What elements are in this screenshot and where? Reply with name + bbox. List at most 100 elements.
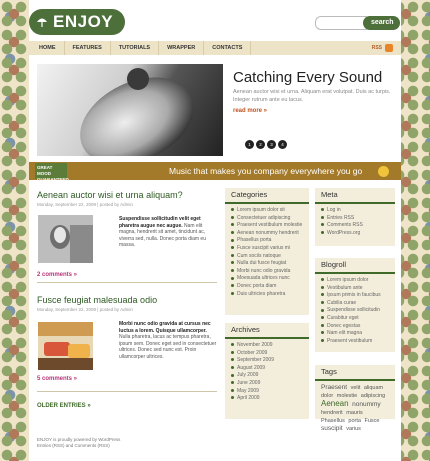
category-link[interactable]: Consectetuer adipiscing — [231, 215, 309, 223]
nav-features[interactable]: FEATURES — [65, 41, 111, 55]
blogroll-link[interactable]: Praesent vestibulum — [321, 338, 395, 346]
category-link[interactable]: Cum sociis natoque — [231, 253, 309, 261]
slide-page-3[interactable]: 3 — [267, 140, 276, 149]
tag-link[interactable]: nonummy — [352, 401, 381, 408]
blogroll-widget: Blogroll Lorem ipsum dolor Vestibulum an… — [315, 258, 395, 352]
category-link[interactable]: Aenean nonummy hendrerit — [231, 230, 309, 238]
nav-tutorials[interactable]: TUTORIALS — [111, 41, 160, 55]
tags-widget: Tags Praesent velit aliquam dolor molest… — [315, 365, 395, 432]
category-link[interactable]: Nulla dui fusce feugiat — [231, 260, 309, 268]
category-link[interactable]: Lorem ipsum dolor sit — [231, 207, 309, 215]
post-title[interactable]: Aenean auctor wisi et urna aliquam? — [37, 190, 217, 200]
tag-link[interactable]: Aenean — [321, 399, 349, 408]
category-link[interactable]: Praesent vestibulum molestie — [231, 222, 309, 230]
blogroll-link[interactable]: Cubilia curae — [321, 300, 395, 308]
tag-link[interactable]: varius — [346, 426, 361, 432]
slide-page-2[interactable]: 2 — [256, 140, 265, 149]
meta-link[interactable]: Entries RSS — [321, 215, 395, 223]
nav-contacts[interactable]: CONTACTS — [204, 41, 252, 55]
tag-link[interactable]: velit — [351, 385, 361, 391]
comments-link[interactable]: 2 comments » — [37, 272, 77, 278]
category-link[interactable]: Fusce suscipit varius mi — [231, 245, 309, 253]
tag-link[interactable]: Praesent — [321, 384, 347, 391]
categories-list: Lorem ipsum dolor sit Consectetuer adipi… — [225, 204, 309, 298]
tag-link[interactable]: porta — [348, 418, 361, 424]
tag-link[interactable]: mauris — [346, 410, 363, 416]
banner-text: Music that makes you company everywhere … — [169, 166, 363, 176]
archive-link[interactable]: October 2009 — [231, 350, 309, 358]
meta-list: Log in Entries RSS Comments RSS WordPres… — [315, 204, 395, 237]
post-thumbnail — [38, 215, 93, 263]
widget-title: Meta — [315, 188, 395, 204]
archive-link[interactable]: July 2009 — [231, 372, 309, 380]
search-input[interactable] — [315, 16, 367, 30]
meta-link[interactable]: Log in — [321, 207, 395, 215]
slide-text: Aenean auctor wisi et urna. Aliquam erat… — [233, 89, 391, 103]
tag-link[interactable]: Phasellus — [321, 418, 345, 424]
meta-link[interactable]: Comments RSS — [321, 222, 395, 230]
slider-pagination: 1 2 3 4 — [245, 140, 287, 149]
main-nav: HOME FEATURES TUTORIALS WRAPPER CONTACTS… — [29, 41, 401, 55]
category-link[interactable]: Duis ultricies pharetra — [231, 291, 309, 299]
blogroll-link[interactable]: Curabitur eget — [321, 315, 395, 323]
post-excerpt: Morbi nunc odio gravida at cursus nec lu… — [119, 321, 219, 360]
archives-widget: Archives November 2009 October 2009 Sept… — [225, 323, 309, 419]
read-more-link[interactable]: read more » — [233, 108, 267, 114]
blogroll-link[interactable]: Donec egestas — [321, 323, 395, 331]
drummer-image — [127, 68, 149, 90]
post: Aenean auctor wisi et urna aliquam? Mond… — [37, 190, 219, 283]
comments-link[interactable]: 5 comments » — [37, 376, 77, 382]
category-link[interactable]: Phasellus porta — [231, 237, 309, 245]
tag-link[interactable]: suscipit — [321, 425, 343, 432]
tag-link[interactable]: aliquam — [364, 385, 383, 391]
older-entries-link[interactable]: OLDER ENTRIES » — [37, 403, 91, 409]
slide-page-4[interactable]: 4 — [278, 140, 287, 149]
blogroll-link[interactable]: Nam elit magna — [321, 330, 395, 338]
post-lead: Morbi nunc odio gravida at cursus nec lu… — [119, 321, 211, 334]
widget-title: Categories — [225, 188, 309, 204]
categories-widget: Categories Lorem ipsum dolor sit Consect… — [225, 188, 309, 315]
footer: ENJOY is proudly powered by WordPress En… — [37, 437, 120, 449]
site-logo[interactable]: ENJOY — [29, 9, 125, 35]
archive-link[interactable]: June 2009 — [231, 380, 309, 388]
featured-slider: Catching Every Sound Aenean auctor wisi … — [29, 60, 401, 158]
rss-link[interactable]: RSS — [372, 44, 393, 52]
archive-link[interactable]: April 2009 — [231, 395, 309, 403]
footer-feeds[interactable]: Entries (RSS) and Comments (RSS) — [37, 443, 120, 449]
archive-link[interactable]: November 2009 — [231, 342, 309, 350]
blogroll-link[interactable]: Lorem ipsum dolor — [321, 277, 395, 285]
blogroll-link[interactable]: Ipsum primis in faucibus — [321, 292, 395, 300]
archives-list: November 2009 October 2009 September 200… — [225, 339, 309, 403]
slide-title: Catching Every Sound — [233, 69, 383, 86]
post-title[interactable]: Fusce feugiat malesuada odio — [37, 295, 217, 305]
meta-widget: Meta Log in Entries RSS Comments RSS Wor… — [315, 188, 395, 246]
nav-wrapper[interactable]: WRAPPER — [159, 41, 205, 55]
divider — [37, 282, 217, 283]
category-link[interactable]: Donec porta diam — [231, 283, 309, 291]
archive-link[interactable]: August 2009 — [231, 365, 309, 373]
slide-page-1[interactable]: 1 — [245, 140, 254, 149]
tag-cloud: Praesent velit aliquam dolor molestie ad… — [315, 381, 395, 436]
archive-link[interactable]: May 2009 — [231, 388, 309, 396]
divider — [37, 391, 217, 392]
archive-link[interactable]: September 2009 — [231, 357, 309, 365]
tag-link[interactable]: adipiscing — [361, 393, 385, 399]
nav-home[interactable]: HOME — [29, 41, 65, 55]
category-link[interactable]: Moesuada ultrices nunc — [231, 275, 309, 283]
tag-link[interactable]: Fusce — [364, 418, 379, 424]
widget-title: Blogroll — [315, 258, 395, 274]
page: ENJOY search HOME FEATURES TUTORIALS WRA… — [29, 0, 401, 461]
guarantee-badge: GREAT MOOD GUARANTEED — [35, 163, 69, 182]
post-excerpt: Suspendisse sollicitudin velit eget phar… — [119, 216, 219, 249]
tag-link[interactable]: hendrerit — [321, 410, 343, 416]
banner-arrow-icon[interactable] — [378, 166, 389, 177]
category-link[interactable]: Morbi nunc odio gravida — [231, 268, 309, 276]
search-button[interactable]: search — [363, 16, 400, 30]
search-box: search — [315, 16, 400, 30]
post-meta: Monday, September 22, 2009 | posted by A… — [37, 307, 133, 312]
blogroll-link[interactable]: Suspendisse sollicitudin — [321, 307, 395, 315]
meta-link[interactable]: WordPress.org — [321, 230, 395, 238]
blogroll-link[interactable]: Vestibulum ante — [321, 285, 395, 293]
leaf-icon — [37, 18, 47, 27]
site-name: ENJOY — [53, 12, 114, 31]
